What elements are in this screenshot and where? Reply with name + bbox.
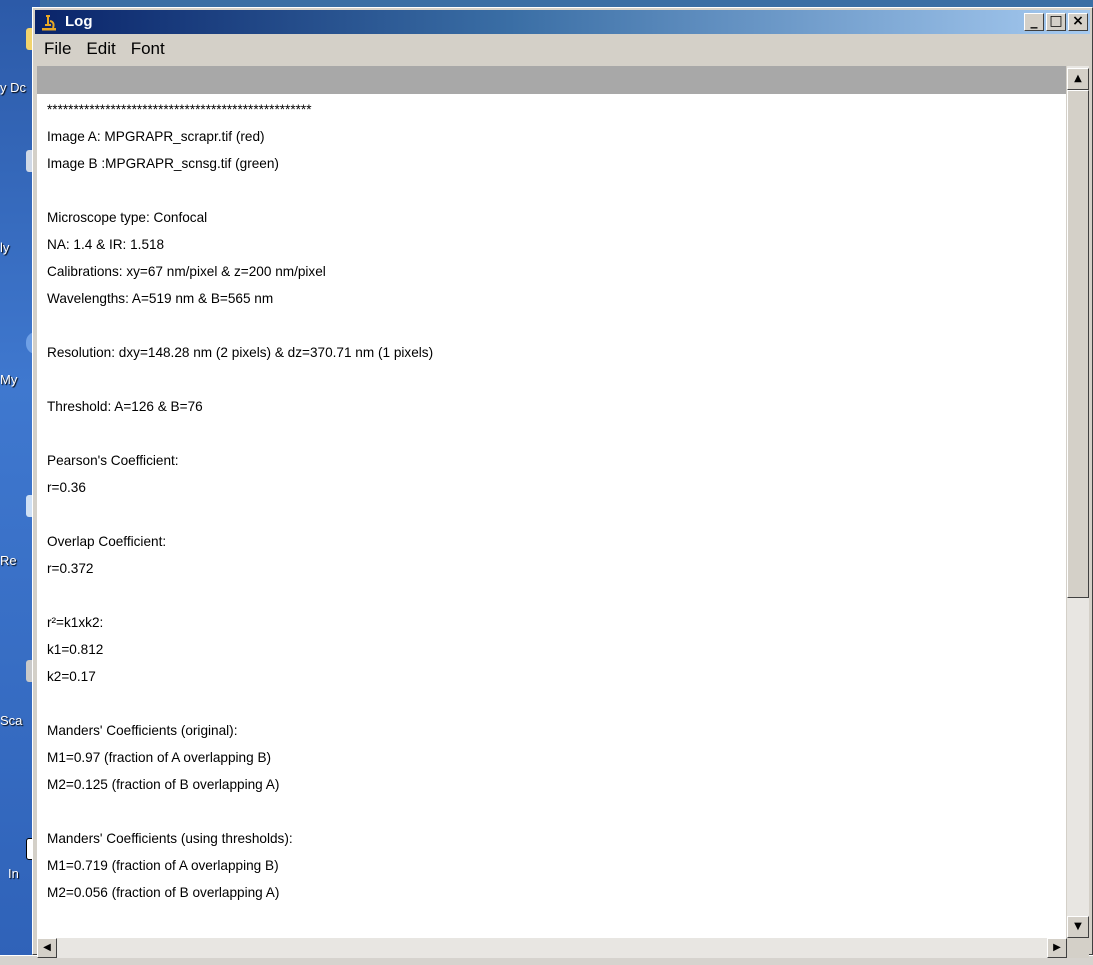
- log-line: Pearson's Coefficient:: [47, 453, 179, 468]
- log-line: M2=0.125 (fraction of B overlapping A): [47, 777, 280, 792]
- close-button[interactable]: ×: [1068, 13, 1088, 31]
- log-line: k1=0.812: [47, 642, 104, 657]
- scroll-left-button[interactable]: ◀: [37, 938, 57, 958]
- window-title: Log: [65, 13, 93, 30]
- scroll-down-button[interactable]: ▼: [1067, 916, 1089, 938]
- menu-font[interactable]: Font: [122, 36, 171, 59]
- scroll-up-button[interactable]: ▲: [1067, 68, 1089, 90]
- menu-file[interactable]: File: [35, 36, 77, 59]
- log-line: r=0.36: [47, 480, 86, 495]
- log-header-band: [37, 66, 1066, 94]
- log-line: Threshold: A=126 & B=76: [47, 399, 203, 414]
- desktop-label: ly: [0, 240, 10, 255]
- vertical-scroll-thumb[interactable]: [1067, 90, 1089, 598]
- log-line: Image A: MPGRAPR_scrapr.tif (red): [47, 129, 265, 144]
- menu-edit[interactable]: Edit: [77, 36, 121, 59]
- log-line: M2=0.056 (fraction of B overlapping A): [47, 885, 280, 900]
- desktop-label: Re: [0, 553, 17, 568]
- log-line: Microscope type: Confocal: [47, 210, 208, 225]
- horizontal-scrollbar[interactable]: ◀ ▶: [37, 938, 1067, 958]
- scrollbar-corner: [1067, 938, 1089, 958]
- desktop-label: My: [0, 372, 18, 387]
- log-line: Wavelengths: A=519 nm & B=565 nm: [47, 291, 274, 306]
- log-line: Manders' Coefficients (original):: [47, 723, 238, 738]
- log-line: Manders' Coefficients (using thresholds)…: [47, 831, 293, 846]
- scroll-right-button[interactable]: ▶: [1047, 938, 1067, 958]
- log-line: r²=k1xk2:: [47, 615, 104, 630]
- title-bar[interactable]: Log _ □ ×: [35, 10, 1090, 34]
- desktop-label: Sca: [0, 713, 23, 728]
- log-line: Image B :MPGRAPR_scnsg.tif (green): [47, 156, 279, 171]
- log-text-area[interactable]: ****************************************…: [37, 94, 1066, 938]
- log-window: Log _ □ × File Edit Font *****************…: [32, 7, 1093, 958]
- log-line: r=0.372: [47, 561, 94, 576]
- maximize-button[interactable]: □: [1046, 13, 1066, 31]
- log-line: Resolution: dxy=148.28 nm (2 pixels) & d…: [47, 345, 434, 360]
- log-line: M1=0.97 (fraction of A overlapping B): [47, 750, 272, 765]
- microscope-icon: [41, 13, 57, 31]
- minimize-button[interactable]: _: [1024, 13, 1044, 31]
- log-lines: ****************************************…: [47, 96, 433, 938]
- log-line: k2=0.17: [47, 669, 96, 684]
- desktop-label: In: [8, 866, 19, 881]
- log-line: NA: 1.4 & IR: 1.518: [47, 237, 165, 252]
- desktop-label: y Dc: [0, 80, 26, 95]
- vertical-scrollbar[interactable]: ▲ ▼: [1067, 66, 1089, 938]
- log-line: M1=0.719 (fraction of A overlapping B): [47, 858, 279, 873]
- log-line: ****************************************…: [47, 102, 312, 117]
- log-line: Overlap Coefficient:: [47, 534, 167, 549]
- menu-bar: File Edit Font: [35, 36, 1090, 62]
- log-line: Calibrations: xy=67 nm/pixel & z=200 nm/…: [47, 264, 326, 279]
